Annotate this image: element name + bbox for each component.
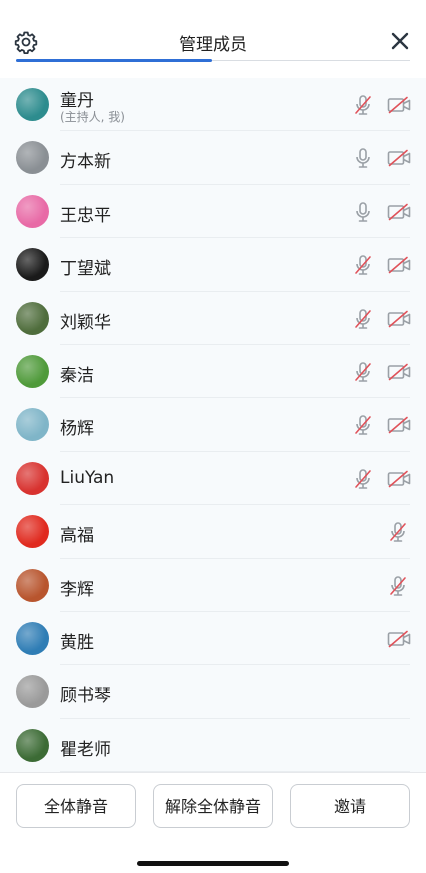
- avatar: [16, 301, 49, 335]
- member-row[interactable]: 顾书琴: [0, 665, 426, 719]
- tab-active-indicator: [16, 59, 212, 62]
- close-icon[interactable]: [390, 31, 410, 51]
- avatar: [16, 194, 49, 228]
- member-row[interactable]: 王忠平: [0, 185, 426, 239]
- avatar: [16, 88, 49, 121]
- camera-off-icon[interactable]: [387, 363, 411, 381]
- avatar: [16, 461, 49, 495]
- member-row[interactable]: 黄胜: [0, 612, 426, 666]
- member-row[interactable]: LiuYan: [0, 452, 426, 506]
- avatar: [16, 141, 49, 175]
- avatar: [16, 728, 49, 762]
- page-title: 管理成员: [179, 35, 247, 55]
- member-name: 王忠平: [60, 205, 111, 226]
- footer: 全体静音 解除全体静音 邀请: [0, 772, 426, 873]
- member-row[interactable]: 秦洁: [0, 345, 426, 399]
- camera-off-icon[interactable]: [387, 96, 411, 114]
- member-row[interactable]: 李辉: [0, 559, 426, 612]
- unmute-all-button[interactable]: 解除全体静音: [153, 784, 273, 828]
- member-name: LiuYan: [60, 467, 115, 488]
- home-indicator: [137, 861, 289, 866]
- microphone-icon[interactable]: [353, 201, 373, 223]
- member-role: (主持人, 我): [60, 110, 125, 124]
- camera-off-icon[interactable]: [387, 203, 411, 221]
- camera-off-icon[interactable]: [387, 256, 411, 274]
- member-row[interactable]: 高福: [0, 505, 426, 559]
- invite-button[interactable]: 邀请: [290, 784, 410, 828]
- mute-all-button[interactable]: 全体静音: [16, 784, 136, 828]
- avatar: [16, 568, 49, 602]
- avatar: [16, 248, 49, 282]
- camera-off-icon[interactable]: [387, 630, 411, 648]
- header: 管理成员: [0, 0, 426, 78]
- member-list: 童丹 (主持人, 我) 方本新王忠平丁望斌刘颖华秦洁杨辉 LiuYan 高福李辉黄胜顾书…: [0, 78, 426, 772]
- microphone-muted-icon[interactable]: [388, 521, 408, 543]
- avatar: [16, 621, 49, 655]
- manage-members-sheet: 管理成员 童丹 (主持人, 我) 方本新王忠平丁望斌刘颖华秦洁杨辉 LiuYan 高福李…: [0, 0, 426, 873]
- microphone-muted-icon[interactable]: [353, 361, 373, 383]
- camera-off-icon[interactable]: [387, 310, 411, 328]
- member-row[interactable]: 杨辉: [0, 398, 426, 452]
- microphone-muted-icon[interactable]: [353, 254, 373, 276]
- avatar: [16, 675, 49, 709]
- member-name: 顾书琴: [60, 686, 111, 707]
- member-name: 黄胜: [60, 632, 94, 653]
- member-row[interactable]: 方本新: [0, 131, 426, 185]
- member-row[interactable]: 丁望斌: [0, 238, 426, 292]
- member-name: 瞿老师: [60, 739, 111, 760]
- member-name: 杨辉: [60, 419, 94, 440]
- camera-off-icon[interactable]: [387, 470, 411, 488]
- avatar: [16, 515, 49, 549]
- member-name: 高福: [60, 526, 94, 547]
- avatar: [16, 408, 49, 442]
- member-row[interactable]: 童丹 (主持人, 我): [0, 78, 426, 132]
- microphone-muted-icon[interactable]: [388, 575, 408, 597]
- microphone-muted-icon[interactable]: [353, 468, 373, 490]
- camera-off-icon[interactable]: [387, 416, 411, 434]
- member-name: 秦洁: [60, 365, 94, 386]
- member-name: 李辉: [60, 579, 94, 600]
- member-name: 方本新: [60, 152, 111, 173]
- camera-off-icon[interactable]: [387, 149, 411, 167]
- microphone-muted-icon[interactable]: [353, 414, 373, 436]
- microphone-icon[interactable]: [353, 147, 373, 169]
- member-row[interactable]: 刘颖华: [0, 292, 426, 345]
- microphone-muted-icon[interactable]: [353, 94, 373, 116]
- member-name: 刘颖华: [60, 312, 111, 333]
- member-row[interactable]: 瞿老师: [0, 719, 426, 772]
- microphone-muted-icon[interactable]: [353, 308, 373, 330]
- member-name: 丁望斌: [60, 259, 111, 280]
- avatar: [16, 354, 49, 388]
